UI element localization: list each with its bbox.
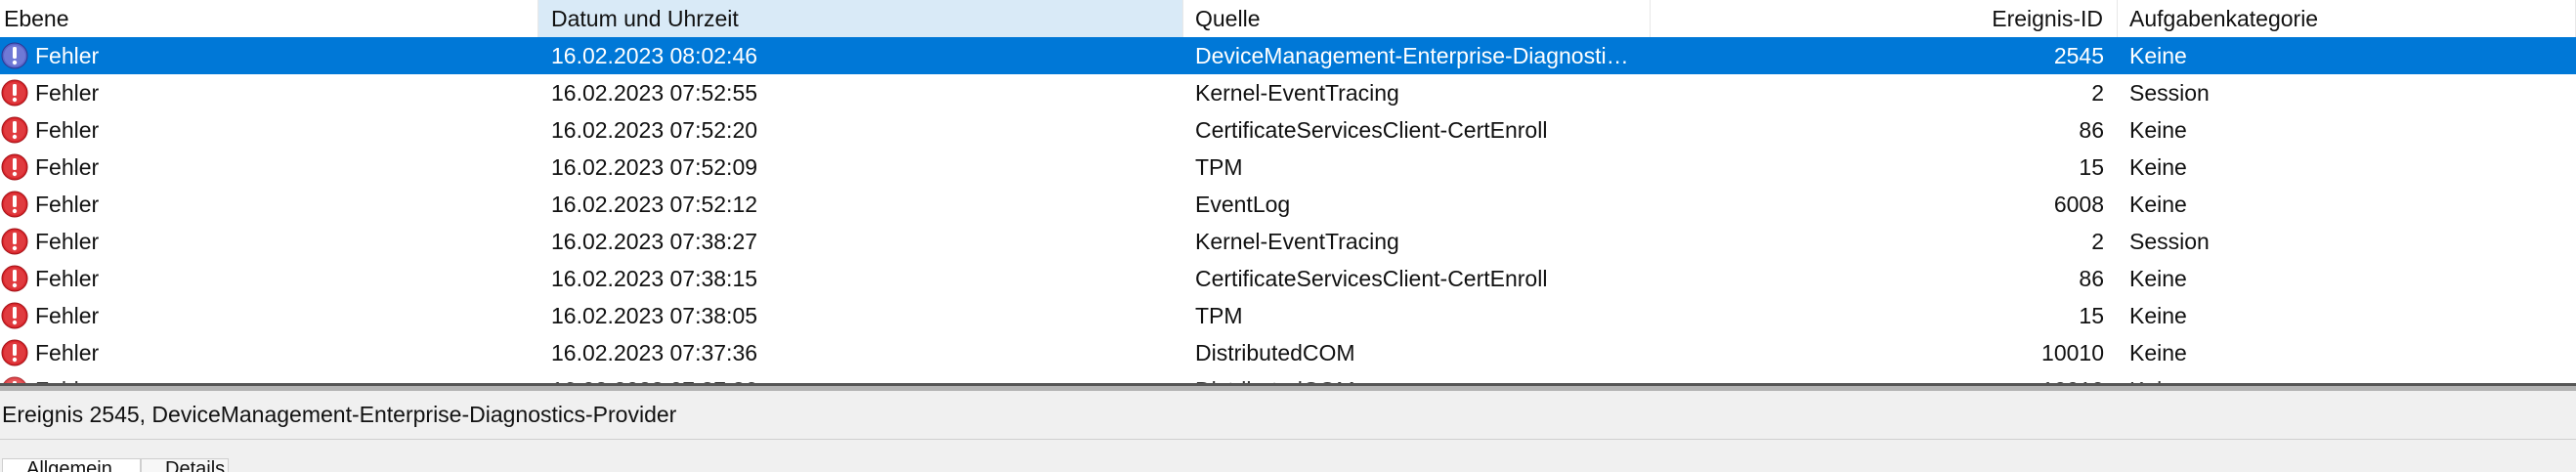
cell-category: Keine bbox=[2129, 42, 2187, 68]
cell-source: CertificateServicesClient-CertEnroll bbox=[1183, 111, 1651, 149]
cell-category: Keine bbox=[2129, 191, 2187, 217]
cell-source: DistributedCOM bbox=[1183, 334, 1651, 371]
level-label: Fehler bbox=[35, 191, 100, 217]
error-icon bbox=[0, 152, 29, 182]
column-header-level[interactable]: Ebene bbox=[0, 0, 538, 37]
table-row[interactable]: Fehler 16.02.2023 07:52:55 Kernel-EventTra… bbox=[0, 74, 2576, 111]
source-label: DeviceManagement-Enterprise-Diagnosti… bbox=[1195, 42, 1629, 68]
cell-event-id: 2545 bbox=[2053, 42, 2104, 68]
cell-date: 16.02.2023 07:38:27 bbox=[551, 228, 758, 254]
cell-event-id: 15 bbox=[2079, 302, 2104, 328]
source-label: DistributedCOM bbox=[1195, 339, 1355, 365]
cell-event-id: 6008 bbox=[2053, 191, 2104, 217]
cell-source: Kernel-EventTracing bbox=[1183, 74, 1651, 111]
cell-event-id: 86 bbox=[2079, 265, 2104, 291]
table-row[interactable]: Fehler 16.02.2023 07:52:09 TPM 15 Keine bbox=[0, 149, 2576, 186]
level-label: Fehler bbox=[35, 79, 100, 106]
table-row[interactable]: Fehler 16.02.2023 07:37:36 DistributedCOM 1… bbox=[0, 334, 2576, 371]
error-icon bbox=[0, 78, 29, 107]
level-label: Fehler bbox=[35, 116, 100, 143]
cell-category: Keine bbox=[2129, 302, 2187, 328]
level-label: Fehler bbox=[35, 153, 100, 180]
tab-general[interactable]: Allgemein bbox=[2, 458, 141, 472]
cell-level: Fehler bbox=[0, 334, 538, 371]
tab-details[interactable]: Details bbox=[141, 458, 229, 472]
source-label: TPM bbox=[1195, 153, 1243, 180]
table-row[interactable]: Fehler 16.02.2023 07:52:12 EventLog 6008 Kei… bbox=[0, 186, 2576, 223]
cell-event-id: 2 bbox=[2091, 228, 2104, 254]
cell-category: Session bbox=[2129, 79, 2210, 106]
cell-date: 16.02.2023 07:38:15 bbox=[551, 265, 758, 291]
cell-source: CertificateServicesClient-CertEnroll bbox=[1183, 260, 1651, 297]
source-label: Kernel-EventTracing bbox=[1195, 228, 1399, 254]
cell-source: Kernel-EventTracing bbox=[1183, 223, 1651, 260]
level-label: Fehler bbox=[35, 339, 100, 365]
level-label: Fehler bbox=[35, 302, 100, 328]
table-row[interactable]: Fehler 16.02.2023 07:38:05 TPM 15 Keine bbox=[0, 297, 2576, 334]
cell-level: Fehler bbox=[0, 223, 538, 260]
grid-header: Ebene Datum und Uhrzeit Quelle Ereignis-… bbox=[0, 0, 2576, 37]
source-label: Kernel-EventTracing bbox=[1195, 79, 1399, 106]
level-label: Fehler bbox=[35, 228, 100, 254]
cell-event-id: 10010 bbox=[2041, 339, 2104, 365]
cell-source: DeviceManagement-Enterprise-Diagnosti… bbox=[1183, 37, 1651, 74]
column-header-source[interactable]: Quelle bbox=[1183, 0, 1651, 37]
cell-category: Session bbox=[2129, 228, 2210, 254]
level-label: Fehler bbox=[35, 265, 100, 291]
source-label: TPM bbox=[1195, 302, 1243, 328]
error-icon bbox=[0, 227, 29, 256]
cell-category: Keine bbox=[2129, 339, 2187, 365]
cell-event-id: 15 bbox=[2079, 153, 2104, 180]
error-icon bbox=[0, 338, 29, 367]
cell-event-id: 2 bbox=[2091, 79, 2104, 106]
details-pane: Allgemein Details bbox=[0, 440, 2576, 472]
table-row[interactable]: Fehler 16.02.2023 08:02:46 DeviceManagemen… bbox=[0, 37, 2576, 74]
error-icon bbox=[0, 115, 29, 145]
cell-source: EventLog bbox=[1183, 186, 1651, 223]
source-label: CertificateServicesClient-CertEnroll bbox=[1195, 265, 1548, 291]
error-icon bbox=[0, 264, 29, 293]
cell-date: 16.02.2023 07:38:05 bbox=[551, 302, 758, 328]
source-label: CertificateServicesClient-CertEnroll bbox=[1195, 116, 1548, 143]
cell-date: 16.02.2023 07:52:12 bbox=[551, 191, 758, 217]
cell-level: Fehler bbox=[0, 186, 538, 223]
cell-date: 16.02.2023 07:52:20 bbox=[551, 116, 758, 143]
cell-category: Keine bbox=[2129, 153, 2187, 180]
cell-level: Fehler bbox=[0, 74, 538, 111]
source-label: EventLog bbox=[1195, 191, 1291, 217]
cell-date: 16.02.2023 08:02:46 bbox=[551, 42, 758, 68]
table-row[interactable]: Fehler 16.02.2023 07:52:20 CertificateServ… bbox=[0, 111, 2576, 149]
info-icon bbox=[0, 41, 29, 70]
error-icon bbox=[0, 301, 29, 330]
cell-event-id: 86 bbox=[2079, 116, 2104, 143]
cell-date: 16.02.2023 07:37:36 bbox=[551, 339, 758, 365]
cell-level: Fehler bbox=[0, 149, 538, 186]
cell-source: TPM bbox=[1183, 149, 1651, 186]
error-icon bbox=[0, 190, 29, 219]
table-row[interactable]: Fehler 16.02.2023 07:38:15 CertificateServ… bbox=[0, 260, 2576, 297]
cell-date: 16.02.2023 07:52:55 bbox=[551, 79, 758, 106]
cell-source: TPM bbox=[1183, 297, 1651, 334]
cell-category: Keine bbox=[2129, 116, 2187, 143]
event-viewer: Ebene Datum und Uhrzeit Quelle Ereignis-… bbox=[0, 0, 2576, 472]
level-label: Fehler bbox=[35, 42, 100, 68]
details-title: Ereignis 2545, DeviceManagement-Enterpri… bbox=[0, 391, 2576, 440]
cell-level: Fehler bbox=[0, 260, 538, 297]
cell-date: 16.02.2023 07:52:09 bbox=[551, 153, 758, 180]
grid-rows: Fehler 16.02.2023 08:02:46 DeviceManagemen… bbox=[0, 37, 2576, 386]
column-header-date[interactable]: Datum und Uhrzeit bbox=[538, 0, 1183, 37]
events-grid: Ebene Datum und Uhrzeit Quelle Ereignis-… bbox=[0, 0, 2576, 386]
cell-category: Keine bbox=[2129, 265, 2187, 291]
cell-level: Fehler bbox=[0, 111, 538, 149]
cell-level: Fehler bbox=[0, 297, 538, 334]
table-row[interactable]: Fehler 16.02.2023 07:38:27 Kernel-EventTra… bbox=[0, 223, 2576, 260]
cell-level: Fehler bbox=[0, 37, 538, 74]
column-header-event-id[interactable]: Ereignis-ID bbox=[1651, 0, 2118, 37]
column-header-category[interactable]: Aufgabenkategorie bbox=[2118, 0, 2576, 37]
